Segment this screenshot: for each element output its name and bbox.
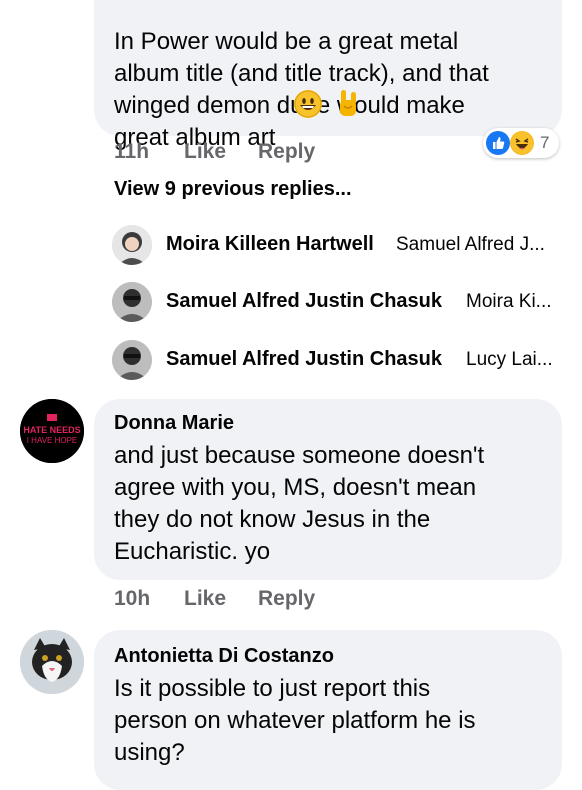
- reply-author[interactable]: Samuel Alfred Justin Chasuk: [166, 290, 442, 313]
- avatar[interactable]: [20, 630, 84, 694]
- avatar[interactable]: [112, 340, 152, 380]
- comment-text: Is it possible to just report this perso…: [114, 675, 476, 766]
- comment-bubble: Antonietta Di Costanzo Is it possible to…: [94, 630, 562, 790]
- reply-author[interactable]: Samuel Alfred Justin Chasuk: [166, 348, 442, 371]
- like-button[interactable]: Like: [184, 140, 226, 164]
- sign-of-horns-emoji: [334, 88, 362, 118]
- reply-snippet: Samuel Alfred J...: [396, 234, 545, 255]
- haha-icon: [510, 131, 534, 155]
- reaction-count: 7: [540, 133, 550, 152]
- reply-row[interactable]: Samuel Alfred Justin Chasuk Moira Ki...: [112, 282, 572, 322]
- avatar[interactable]: [112, 282, 152, 322]
- comment-meta: 11h Like Reply: [114, 140, 414, 166]
- comment-bubble: In Power would be a great metal album ti…: [94, 0, 562, 151]
- comment-bubble: Donna Marie and just because someone doe…: [94, 399, 562, 580]
- reply-author[interactable]: Moira Killeen Hartwell: [166, 233, 374, 256]
- reply-row[interactable]: Samuel Alfred Justin Chasuk Lucy Lai...: [112, 340, 572, 380]
- grinning-face-emoji: [294, 90, 322, 118]
- avatar[interactable]: HATE NEEDS I HAVE HOPE: [20, 399, 84, 463]
- comment-timestamp[interactable]: 11h: [114, 140, 149, 164]
- avatar-text: HATE NEEDS: [23, 425, 81, 435]
- like-icon: [486, 131, 510, 155]
- reply-row[interactable]: Moira Killeen Hartwell Samuel Alfred J..…: [112, 225, 572, 265]
- avatar[interactable]: [112, 225, 152, 265]
- reaction-summary[interactable]: 7: [483, 128, 559, 158]
- comment-timestamp[interactable]: 10h: [114, 587, 150, 611]
- avatar-text: I HAVE HOPE: [26, 436, 78, 445]
- reply-button[interactable]: Reply: [258, 140, 315, 164]
- reply-snippet: Lucy Lai...: [466, 349, 553, 370]
- view-previous-replies-link[interactable]: View 9 previous replies...: [114, 178, 352, 201]
- comment-text: and just because someone doesn't agree w…: [114, 442, 485, 565]
- reply-snippet: Moira Ki...: [466, 291, 552, 312]
- reply-button[interactable]: Reply: [258, 587, 315, 611]
- comment-author[interactable]: Donna Marie: [114, 412, 234, 435]
- like-button[interactable]: Like: [184, 587, 226, 611]
- comment-meta: 10h Like Reply: [114, 587, 414, 613]
- comment-author[interactable]: Antonietta Di Costanzo: [114, 645, 334, 668]
